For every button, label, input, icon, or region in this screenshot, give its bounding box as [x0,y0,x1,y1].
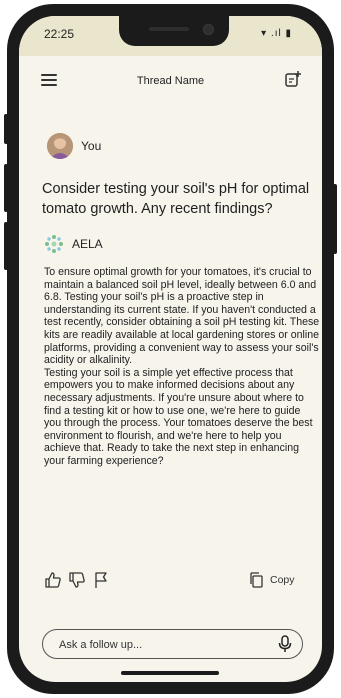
new-chat-icon[interactable] [284,70,302,88]
app-header: Thread Name [19,56,322,106]
copy-label: Copy [270,574,295,586]
microphone-icon[interactable] [278,635,292,653]
side-button [333,184,337,254]
thumbs-up-icon[interactable] [44,571,62,589]
status-icons: ▾ .ıl ▮ [261,28,292,39]
followup-input-box[interactable] [42,629,303,659]
flag-icon[interactable] [92,571,110,589]
copy-icon [250,572,263,588]
thumbs-down-icon[interactable] [68,571,86,589]
side-button [4,164,8,212]
home-indicator [121,671,219,675]
user-name: You [81,139,102,153]
thread-title: Thread Name [136,75,205,87]
avatar [47,133,73,159]
camera-icon [203,24,214,35]
user-question: Consider testing your soil's pH for opti… [42,181,310,217]
aela-logo-icon [45,235,63,253]
phone-frame: 22:25 ▾ .ıl ▮ Thread Name You Consider t… [4,4,337,694]
response-paragraph: To ensure optimal growth for your tomato… [44,266,320,367]
response-actions: Copy [44,571,309,591]
response-paragraph: Testing your soil is a simple yet effect… [44,366,313,467]
assistant-name: AELA [72,237,103,251]
copy-button[interactable]: Copy [249,572,309,588]
assistant-response: To ensure optimal growth for your tomato… [44,266,320,468]
notch [119,16,229,46]
status-time: 22:25 [44,27,75,41]
side-button [4,222,8,270]
phone-screen: 22:25 ▾ .ıl ▮ Thread Name You Consider t… [19,16,322,682]
side-button [4,114,8,144]
followup-input[interactable] [57,636,271,654]
speaker-icon [149,27,189,31]
